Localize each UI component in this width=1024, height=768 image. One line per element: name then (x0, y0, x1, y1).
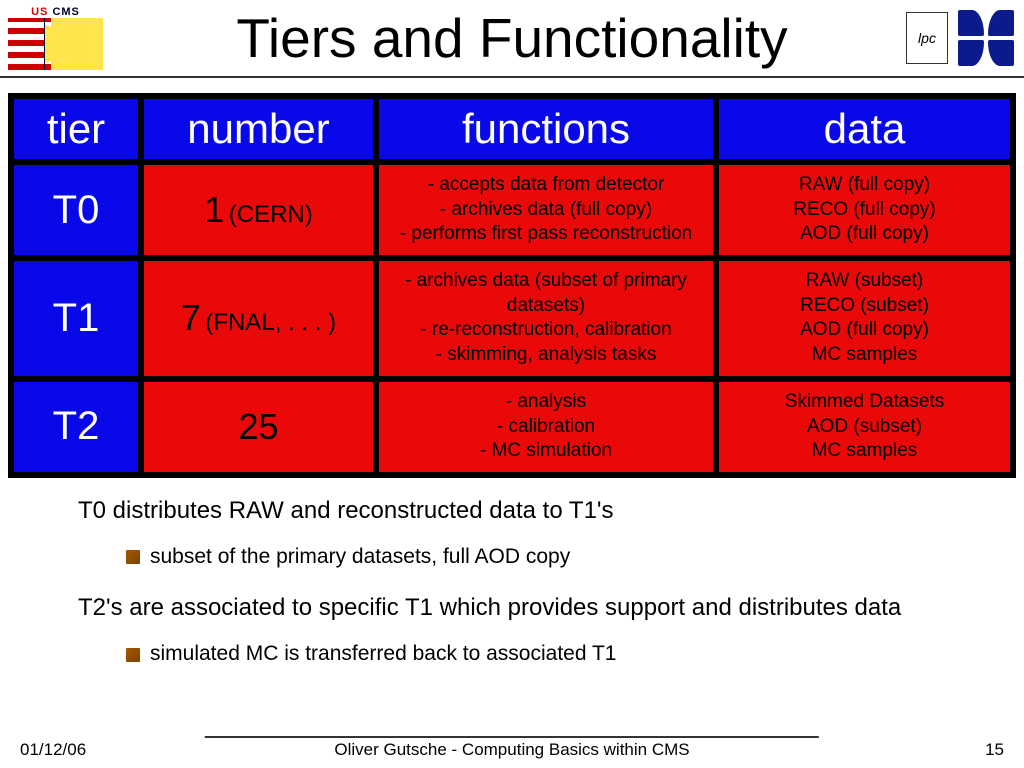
number-cell: 7 (FNAL, . . . ) (141, 258, 376, 379)
data-cell: RAW (subset) RECO (subset) AOD (full cop… (716, 258, 1013, 379)
th-data: data (716, 96, 1013, 162)
slide-footer: 01/12/06 Oliver Gutsche - Computing Basi… (0, 740, 1024, 760)
bullet-icon (126, 648, 140, 662)
uscms-logo: US CMS (8, 6, 103, 70)
table-row: T0 1 (CERN) - accepts data from detector… (11, 162, 1013, 258)
table-row: T2 25 - analysis - calibration - MC simu… (11, 379, 1013, 475)
data-cell: RAW (full copy) RECO (full copy) AOD (fu… (716, 162, 1013, 258)
functions-cell: - accepts data from detector - archives … (376, 162, 716, 258)
lpc-logo: lpc (906, 12, 948, 64)
table-row: T1 7 (FNAL, . . . ) - archives data (sub… (11, 258, 1013, 379)
tier-cell: T2 (11, 379, 141, 475)
right-logos: lpc (906, 8, 1016, 68)
footer-author: Oliver Gutsche - Computing Basics within… (205, 736, 819, 760)
list-sub-item: simulated MC is transferred back to asso… (78, 638, 966, 670)
bullet-icon (126, 550, 140, 564)
th-number: number (141, 96, 376, 162)
th-tier: tier (11, 96, 141, 162)
th-functions: functions (376, 96, 716, 162)
fermilab-logo (956, 8, 1016, 68)
functions-cell: - analysis - calibration - MC simulation (376, 379, 716, 475)
number-cell: 25 (141, 379, 376, 475)
tiers-table: tier number functions data T0 1 (CERN) -… (8, 93, 1016, 478)
number-cell: 1 (CERN) (141, 162, 376, 258)
list-sub-item: subset of the primary datasets, full AOD… (78, 541, 966, 573)
bullet-list: T0 distributes RAW and reconstructed dat… (8, 478, 1016, 670)
slide-title: Tiers and Functionality (118, 6, 906, 70)
data-cell: Skimmed Datasets AOD (subset) MC samples (716, 379, 1013, 475)
footer-page: 15 (985, 740, 1004, 760)
tier-cell: T0 (11, 162, 141, 258)
slide-header: US CMS Tiers and Functionality lpc (0, 0, 1024, 78)
list-item: T2's are associated to specific T1 which… (78, 590, 966, 626)
functions-cell: - archives data (subset of primary datas… (376, 258, 716, 379)
footer-date: 01/12/06 (20, 740, 86, 760)
list-item: T0 distributes RAW and reconstructed dat… (78, 493, 966, 529)
tier-cell: T1 (11, 258, 141, 379)
